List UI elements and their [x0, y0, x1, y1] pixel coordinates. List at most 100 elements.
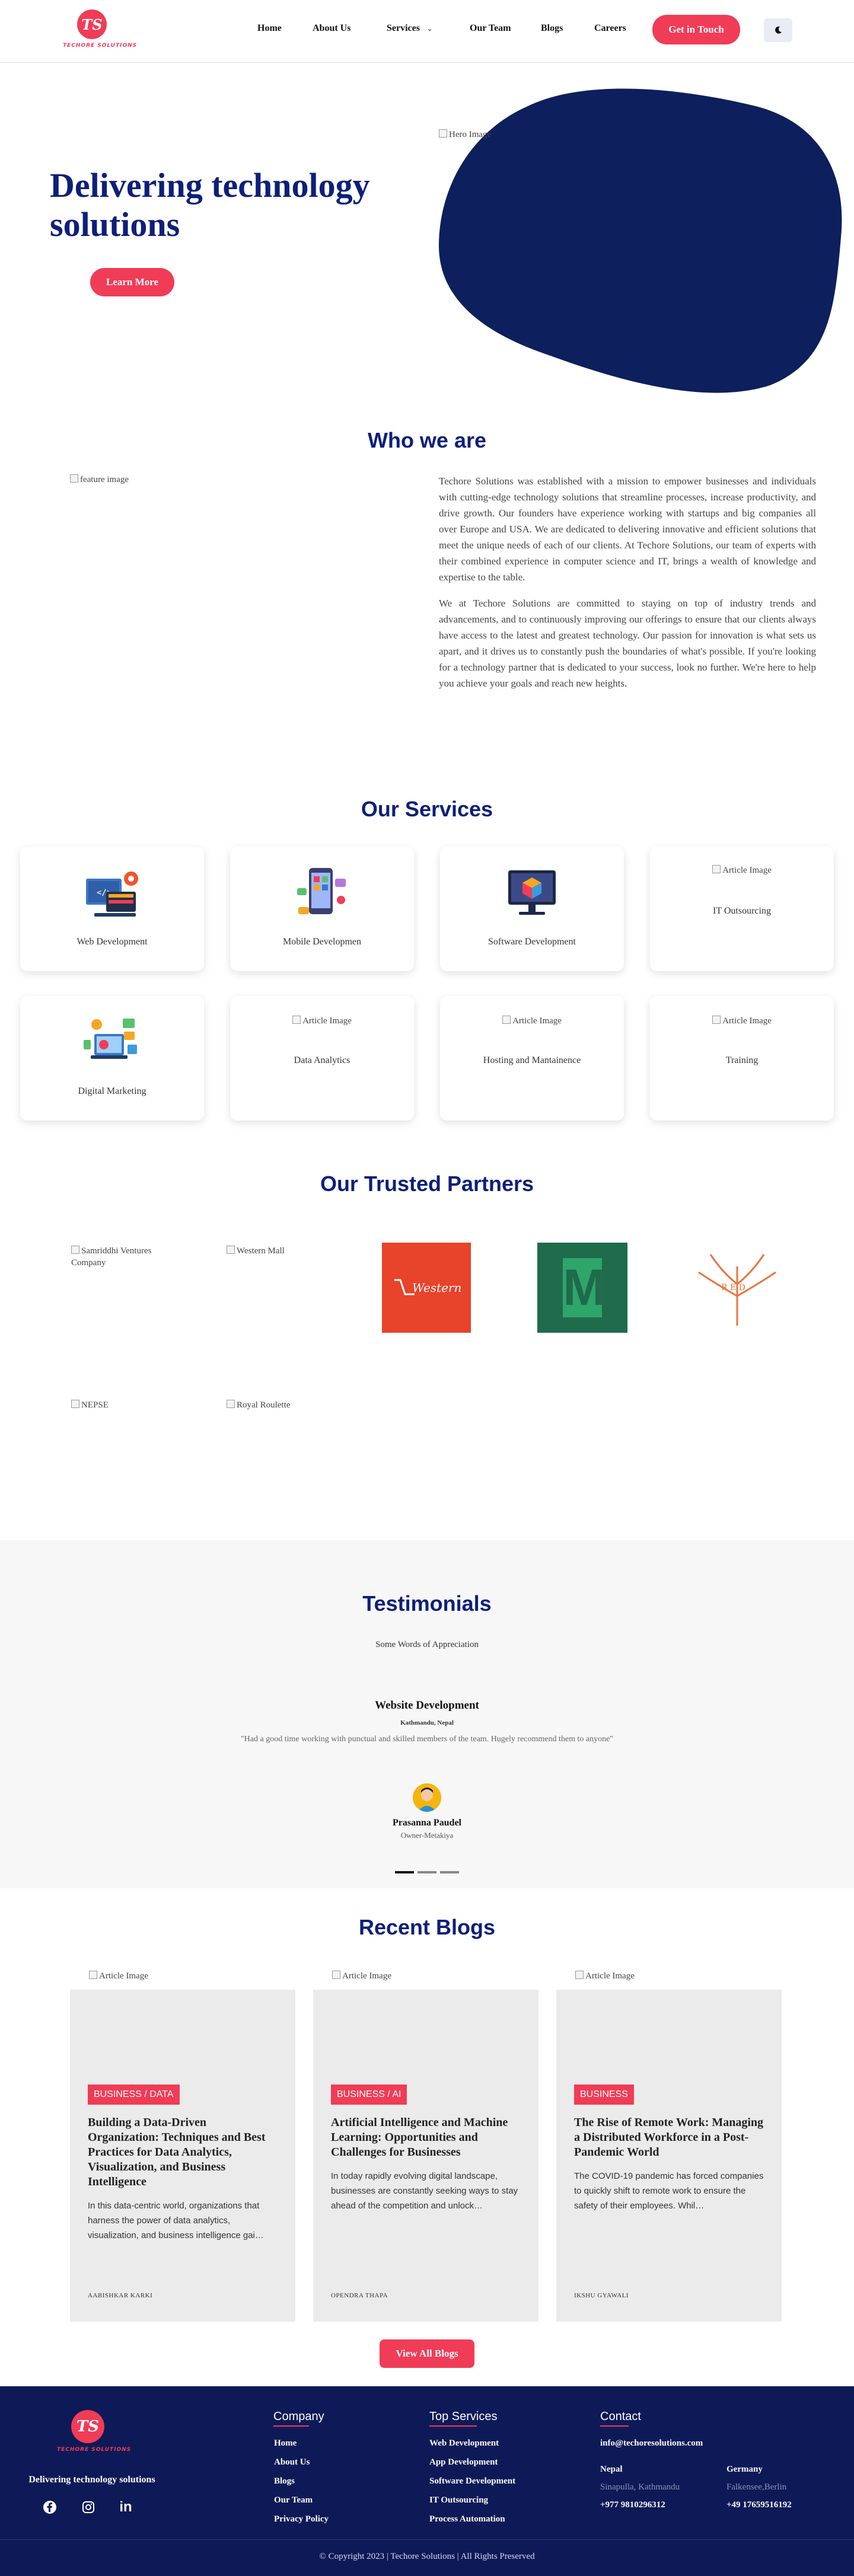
service-label: IT Outsourcing	[713, 906, 771, 916]
blog-tag: BUSINESS / AI	[331, 2085, 407, 2105]
blog-title[interactable]: Building a Data-Driven Organization: Tec…	[88, 2115, 278, 2189]
footer-link-app-development[interactable]: App Development	[429, 2457, 498, 2468]
footer-link-about-us[interactable]: About Us	[274, 2457, 310, 2468]
learn-more-button[interactable]: Learn More	[90, 268, 174, 296]
cart-icon: Western	[394, 1279, 461, 1295]
feature-image: feature image	[70, 474, 129, 485]
partner-logo-letter: M	[563, 1258, 606, 1317]
footer-office-phone[interactable]: +977 9810296312	[600, 2500, 665, 2510]
footer-link-software-development[interactable]: Software Development	[429, 2476, 515, 2486]
footer-link-blogs[interactable]: Blogs	[274, 2476, 295, 2486]
linkedin-icon[interactable]: in	[117, 2499, 134, 2516]
service-card-data-analytics[interactable]: Article Image Data Analytics	[230, 996, 414, 1121]
service-card-web-development[interactable]: </> Web Development	[20, 847, 204, 971]
blog-image: Article Image	[332, 1971, 391, 1981]
service-card-training[interactable]: Article Image Training	[650, 996, 834, 1121]
blog-card[interactable]: Article Image BUSINESS / DATA Building a…	[70, 1971, 295, 2322]
footer-office-country: Germany	[726, 2465, 763, 2474]
chevron-down-icon: ⌄	[426, 25, 433, 33]
nav-services-label: Services	[387, 23, 420, 33]
service-card-hosting[interactable]: Article Image Hosting and Mantainence	[440, 996, 624, 1121]
testimonial-location: Kathmandu, Nepal	[400, 1719, 454, 1726]
footer-office-city: Falkensee,Berlin	[726, 2482, 787, 2492]
partner-logo: NEPSE	[71, 1399, 166, 1411]
service-label: Web Development	[77, 937, 148, 947]
site-header: TS TECHORE SOLUTIONS Home About Us Servi…	[0, 0, 854, 63]
about-paragraph: Techore Solutions was established with a…	[439, 475, 816, 583]
testimonials-title: Testimonials	[362, 1591, 492, 1616]
hero-title: Delivering technology solutions	[50, 166, 370, 244]
view-all-blogs-button[interactable]: View All Blogs	[380, 2339, 474, 2368]
footer-link-privacy-policy[interactable]: Privacy Policy	[274, 2514, 329, 2524]
footer-link-our-team[interactable]: Our Team	[274, 2495, 313, 2505]
nav-services[interactable]: Services ⌄	[387, 23, 432, 34]
footer-office-phone[interactable]: +49 17659516192	[726, 2500, 792, 2510]
testimonial-role: Owner-Metakiya	[400, 1831, 454, 1840]
moon-icon	[775, 26, 782, 34]
blog-excerpt: The COVID-19 pandemic has forced compani…	[574, 2171, 764, 2211]
footer-email[interactable]: info@techoresolutions.com	[600, 2438, 703, 2449]
footer-office-country: Nepal	[600, 2465, 623, 2474]
service-card-digital-marketing[interactable]: Digital Marketing	[20, 996, 204, 1121]
blog-title[interactable]: The Rise of Remote Work: Managing a Dist…	[574, 2115, 764, 2160]
service-image: Article Image	[650, 1015, 834, 1027]
about-paragraph: We at Techore Solutions are committed to…	[439, 598, 816, 689]
service-card-mobile-development[interactable]: Mobile Developmen	[230, 847, 414, 971]
digital-marketing-icon	[84, 1019, 137, 1059]
get-in-touch-button[interactable]: Get in Touch	[652, 15, 740, 44]
footer-divider	[0, 2539, 854, 2540]
facebook-icon[interactable]	[42, 2499, 58, 2516]
web-development-icon: </>	[86, 872, 138, 917]
footer-link-it-outsourcing[interactable]: IT Outsourcing	[429, 2495, 488, 2505]
service-label: Hosting and Mantainence	[483, 1055, 581, 1065]
footer-link-process-automation[interactable]: Process Automation	[429, 2514, 505, 2524]
footer-contact-title: Contact	[600, 2410, 641, 2427]
partners-title: Our Trusted Partners	[320, 1172, 534, 1196]
footer-services-title: Top Services	[429, 2410, 498, 2427]
logo-wordmark: TECHORE SOLUTIONS	[63, 43, 138, 49]
service-label: Digital Marketing	[78, 1086, 146, 1096]
footer-logo-icon[interactable]: TS	[71, 2410, 104, 2443]
partner-logo: Samriddhi Ventures Company	[71, 1245, 166, 1269]
service-card-it-outsourcing[interactable]: Article Image IT Outsourcing	[650, 847, 834, 971]
blogs-title: Recent Blogs	[358, 1915, 496, 1939]
footer-logo-wordmark: TECHORE SOLUTIONS	[57, 2447, 132, 2453]
logo-icon[interactable]: TS	[77, 9, 107, 39]
nav-careers[interactable]: Careers	[594, 23, 626, 34]
partner-logo-m: M	[537, 1243, 627, 1333]
hero-image: Hero Image	[439, 129, 491, 140]
blog-excerpt: In this data-centric world, organization…	[88, 2201, 264, 2240]
nav-blogs[interactable]: Blogs	[541, 23, 563, 34]
wheat-icon: R E D	[698, 1254, 776, 1326]
service-label: Data Analytics	[294, 1055, 350, 1065]
software-development-icon	[508, 870, 556, 915]
blog-excerpt: In today rapidly evolving digital landsc…	[331, 2171, 518, 2211]
carousel-dot[interactable]	[418, 1871, 436, 1873]
footer-link-home[interactable]: Home	[274, 2438, 297, 2449]
footer-office-city: Sinapulla, Kathmandu	[600, 2482, 680, 2492]
blog-card[interactable]: Article Image BUSINESS / AI Artificial I…	[313, 1971, 538, 2322]
footer-link-web-development[interactable]: Web Development	[429, 2438, 499, 2449]
mobile-development-icon	[297, 868, 346, 914]
nav-our-team[interactable]: Our Team	[470, 23, 511, 34]
theme-toggle-button[interactable]	[764, 18, 792, 42]
nav-about-us[interactable]: About Us	[313, 23, 350, 34]
nav-home[interactable]: Home	[257, 23, 282, 34]
partner-logo-western: Western	[382, 1243, 471, 1333]
blog-image: Article Image	[89, 1971, 148, 1981]
blog-author: IKSHU GYAWALI	[574, 2292, 629, 2299]
footer-copyright: © Copyright 2023 | Techore Solutions | A…	[319, 2552, 535, 2561]
instagram-icon[interactable]	[80, 2499, 97, 2516]
blog-tag: BUSINESS	[574, 2085, 634, 2105]
svg-text:R E D: R E D	[721, 1283, 745, 1292]
avatar	[413, 1783, 441, 1812]
service-image: Article Image	[230, 1015, 414, 1027]
service-image: Article Image	[650, 864, 834, 877]
partner-logo-red: R E D	[693, 1249, 782, 1332]
carousel-dot[interactable]	[440, 1871, 459, 1873]
blog-card[interactable]: Article Image BUSINESS The Rise of Remot…	[556, 1971, 782, 2322]
blog-title[interactable]: Artificial Intelligence and Machine Lear…	[331, 2115, 521, 2160]
hero-blob	[438, 88, 842, 393]
service-card-software-development[interactable]: Software Development	[440, 847, 624, 971]
carousel-dot-active[interactable]	[395, 1871, 414, 1873]
